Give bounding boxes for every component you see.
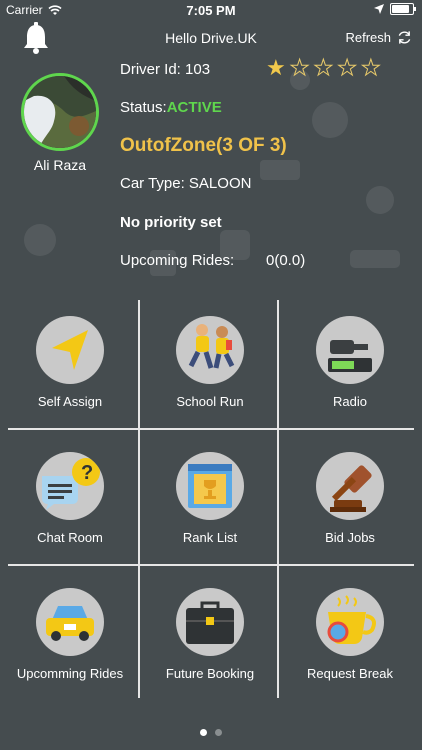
menu-future-booking[interactable]: Future Booking <box>140 568 280 703</box>
menu-upcoming-rides[interactable]: Upcomming Rides <box>0 568 140 703</box>
menu-label: Radio <box>333 394 367 409</box>
status-row: Status:ACTIVE <box>120 99 222 116</box>
location-arrow-icon <box>374 4 384 14</box>
battery-icon <box>390 3 416 15</box>
driver-name: Ali Raza <box>33 157 87 173</box>
status-bar: Carrier 7:05 PM <box>0 0 422 20</box>
navigation-arrow-icon <box>36 316 104 384</box>
zone-status: OutofZone(3 OF 3) <box>120 135 287 156</box>
menu-self-assign[interactable]: Self Assign <box>0 296 140 431</box>
gavel-icon <box>316 452 384 520</box>
clock: 7:05 PM <box>186 3 236 18</box>
driver-id-value: 103 <box>185 61 211 78</box>
menu-label: School Run <box>176 394 244 409</box>
menu-request-break[interactable]: Request Break <box>280 568 420 703</box>
header: Hello Drive.UK Refresh <box>0 22 422 54</box>
refresh-label: Refresh <box>345 30 391 45</box>
menu-chat-room[interactable]: ? Chat Room <box>0 432 140 567</box>
menu-label: Bid Jobs <box>325 530 375 545</box>
status-label: Status: <box>120 99 167 116</box>
running-kids-icon <box>176 316 244 384</box>
menu-radio[interactable]: Radio <box>280 296 420 431</box>
chat-bubbles-icon: ? <box>36 452 104 520</box>
star-empty-icon: ★ <box>289 55 314 81</box>
page-dot[interactable] <box>215 729 222 736</box>
status-value: ACTIVE <box>166 99 222 116</box>
taxi-icon <box>36 588 104 656</box>
rating-stars: ★★★★★ <box>266 55 385 81</box>
menu-label: Rank List <box>182 530 238 545</box>
trophy-window-icon <box>176 452 244 520</box>
menu-label: Chat Room <box>37 530 103 545</box>
driver-id-label: Driver Id: <box>120 61 181 78</box>
menu-school-run[interactable]: School Run <box>140 296 280 431</box>
grid-divider <box>138 300 140 698</box>
star-empty-icon: ★ <box>313 55 338 81</box>
page-indicator[interactable] <box>0 723 422 741</box>
refresh-button[interactable]: Refresh <box>345 30 412 45</box>
menu-label: Future Booking <box>165 666 255 681</box>
briefcase-icon <box>176 588 244 656</box>
menu-grid: Self Assign School Run Radio ? Chat Room… <box>0 296 422 698</box>
menu-rank-list[interactable]: Rank List <box>140 432 280 567</box>
priority-status: No priority set <box>120 214 222 231</box>
page-dot[interactable] <box>200 729 207 736</box>
driver-id: Driver Id: 103 <box>120 61 210 78</box>
driver-profile: Ali Raza <box>20 73 100 173</box>
svg-text:?: ? <box>81 462 93 484</box>
star-filled-icon: ★ <box>266 55 290 80</box>
star-empty-icon: ★ <box>360 55 385 81</box>
coffee-cup-icon <box>316 588 384 656</box>
star-empty-icon: ★ <box>337 55 361 81</box>
radio-icon <box>316 316 384 384</box>
menu-label: Self Assign <box>37 394 103 409</box>
menu-bid-jobs[interactable]: Bid Jobs <box>280 432 420 567</box>
menu-label: Upcomming Rides <box>16 666 124 681</box>
upcoming-rides: Upcoming Rides: 0(0.0) <box>120 252 420 269</box>
car-type: Car Type: SALOON <box>120 175 252 192</box>
menu-label: Request Break <box>307 666 393 681</box>
grid-divider <box>8 428 414 430</box>
grid-divider <box>277 300 279 698</box>
refresh-icon <box>398 31 411 44</box>
avatar <box>21 73 99 151</box>
upcoming-rides-label: Upcoming Rides: <box>120 252 235 269</box>
upcoming-rides-value: 0(0.0) <box>266 252 306 269</box>
grid-divider <box>8 564 414 566</box>
